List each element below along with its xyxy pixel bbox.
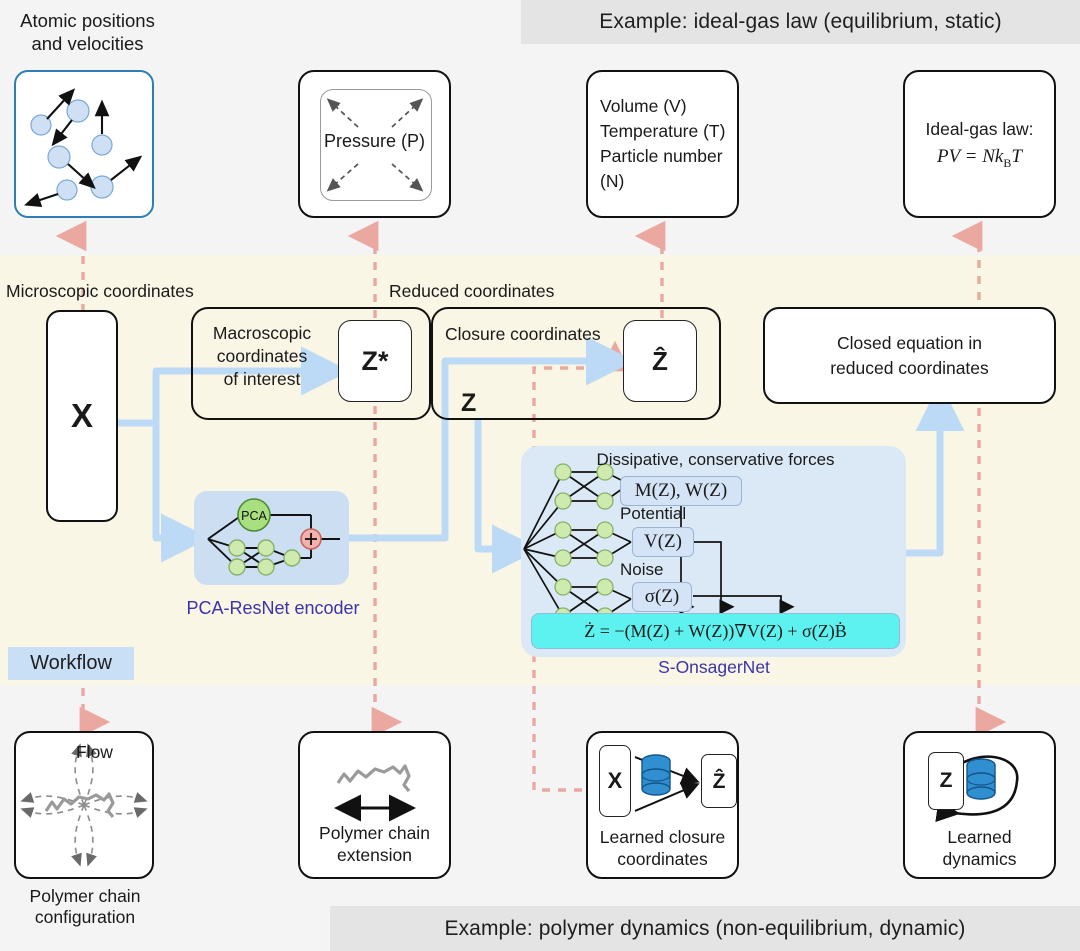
atoms-caption: Atomic positions and velocities	[0, 10, 175, 55]
microscopic-state-box: X	[46, 310, 118, 522]
learned-dynamics-caption: Learned dynamics	[942, 827, 1017, 869]
state-variables-text: Volume (V) Temperature (T) Particle numb…	[588, 94, 725, 193]
learned-closure-zhat-symbol: Ẑ	[712, 769, 726, 793]
chain-extension-caption: Polymer chain extension	[319, 823, 430, 865]
atoms-caption-line1: Atomic positions	[20, 10, 155, 31]
learned-closure-x-symbol: X	[607, 768, 623, 793]
label-reduced-coordinates: Reduced coordinates	[389, 281, 555, 301]
atomic-positions-panel	[14, 70, 154, 218]
microscopic-state-symbol: X	[70, 397, 93, 434]
z-star-symbol: Z*	[361, 345, 389, 376]
macroscopic-coordinates-label: Macroscopic coordinates of interest	[212, 323, 312, 390]
label-z-variable: Z	[461, 389, 477, 417]
pca-resnet-encoder-caption: PCA-ResNet encoder	[186, 598, 360, 618]
ideal-gas-eq-post: T	[1011, 145, 1022, 167]
ideal-gas-eq-pre: PV = N	[937, 145, 995, 167]
chip-noise: σ(Z)	[632, 582, 692, 612]
ideal-gas-law-text: Ideal-gas law: PV = NkBT	[926, 116, 1034, 171]
z-hat-box: Ẑ	[623, 320, 697, 402]
learned-closure-zhat-box: Ẑ	[701, 754, 737, 808]
learned-closure-x-box: X	[599, 745, 631, 817]
label-microscopic-coordinates: Microscopic coordinates	[6, 281, 194, 301]
closed-equation-text: Closed equation in reduced coordinates	[830, 333, 989, 378]
pressure-label-text: Pressure (P)	[323, 131, 426, 151]
onsager-potential-label: Potential	[620, 504, 687, 523]
onsager-forces-title: Dissipative, conservative forces	[596, 450, 835, 469]
ideal-gas-law-panel: Ideal-gas law: PV = NkBT	[903, 70, 1056, 218]
onsager-noise-label: Noise	[620, 560, 664, 579]
svg-text:PCA: PCA	[241, 509, 267, 523]
learned-closure-caption: Learned closure coordinates	[599, 827, 726, 869]
flow-z-to-onsagernet	[474, 420, 541, 574]
flow-label: Flow	[76, 742, 113, 762]
database-icon	[966, 758, 996, 800]
pressure-label: Pressure (P)	[298, 131, 451, 152]
database-icon	[641, 754, 671, 796]
learned-dynamics-z-symbol: Z	[939, 769, 953, 792]
pca-resnet-encoder-panel: PCA	[194, 491, 349, 585]
chain-trace	[336, 764, 411, 793]
s-onsagernet-caption: S-OnsagerNet	[658, 657, 770, 677]
state-var-temperature: Temperature (T)	[600, 121, 726, 142]
state-var-particle-number: Particle number	[600, 146, 723, 166]
atoms-caption-line2: and velocities	[31, 32, 144, 54]
learned-dynamics-z-box: Z	[928, 752, 964, 810]
state-var-n: (N)	[600, 170, 625, 191]
ideal-gas-law-title: Ideal-gas law:	[925, 119, 1034, 140]
flow-x-to-encoder	[152, 423, 210, 563]
closed-equation-panel: Closed equation in reduced coordinates	[763, 307, 1056, 404]
z-star-box: Z*	[338, 320, 412, 402]
state-var-volume: Volume (V)	[600, 96, 687, 117]
chip-potential: V(Z)	[632, 527, 694, 557]
z-hat-symbol: Ẑ	[652, 346, 668, 376]
polymer-chain-trace	[44, 792, 115, 819]
polymer-configuration-caption: Polymer chain configuration	[29, 886, 141, 928]
flow-onsagernet-to-closed-equation	[906, 382, 965, 557]
state-variables-panel: Volume (V) Temperature (T) Particle numb…	[586, 70, 739, 218]
chip-dissipative-conservative: M(Z), W(Z)	[620, 476, 742, 506]
pca-resnet-diagram: PCA	[207, 498, 340, 576]
onsager-sde-equation: Ż = −(M(Z) + W(Z))∇V(Z) + σ(Z)Ḃ	[531, 613, 900, 649]
ideal-gas-law-equation: PV = NkBT	[926, 143, 1034, 172]
particles-with-velocity-arrows-icon	[24, 88, 143, 207]
